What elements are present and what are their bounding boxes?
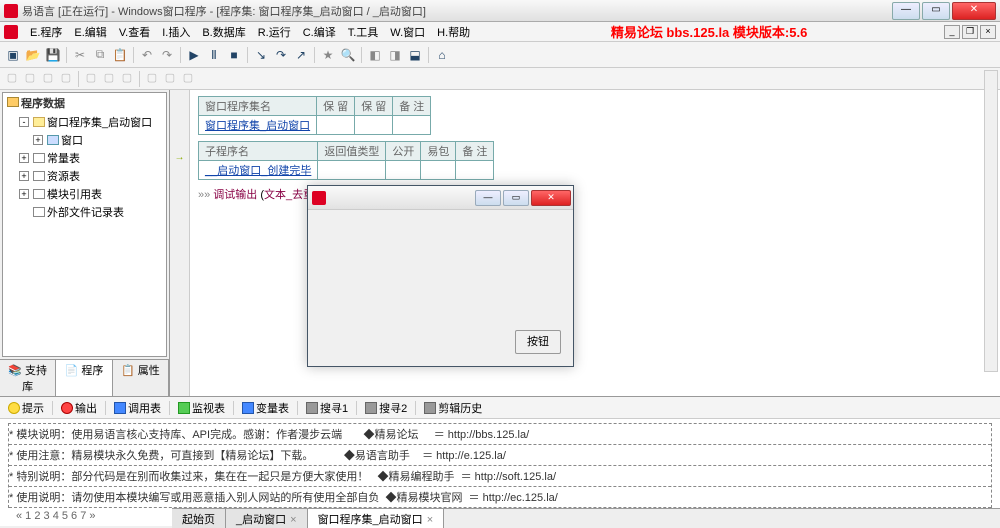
output-tab-输出[interactable]: 输出 [57,399,101,417]
tree-item[interactable]: 外部文件记录表 [3,203,166,221]
assembly-table: 窗口程序集名保 留保 留备 注 窗口程序集_启动窗口 [198,96,431,135]
tb-run-icon[interactable]: ▶ [185,46,203,64]
tree-item[interactable]: +窗口 [3,131,166,149]
output-tab-搜寻2[interactable]: 搜寻2 [361,399,411,417]
tb2-icon[interactable]: ▢ [58,71,74,87]
main-toolbar: ▣ 📂 💾 ✂ ⧉ 📋 ↶ ↷ ▶ Ⅱ ■ ↘ ↷ ↗ ★ 🔍 ◧ ◨ ⬓ ⌂ [0,42,1000,68]
tb2-icon[interactable]: ▢ [40,71,56,87]
tb-copy-icon[interactable]: ⧉ [91,46,109,64]
menu-database[interactable]: B.数据库 [196,22,251,42]
mdi-close-button[interactable]: × [980,25,996,39]
tab-close-icon[interactable]: × [290,514,296,526]
menu-program[interactable]: E.程序 [24,22,68,42]
tb-bookmark-icon[interactable]: ★ [319,46,337,64]
tb2-icon[interactable]: ▢ [162,71,178,87]
tb-misc3-icon[interactable]: ⬓ [406,46,424,64]
ad-banner: 精易论坛 bbs.125.la 模块版本:5.6 [476,22,942,41]
output-tab-搜寻1[interactable]: 搜寻1 [302,399,352,417]
tb-misc2-icon[interactable]: ◨ [386,46,404,64]
dialog-button[interactable]: 按钮 [515,330,561,354]
tb2-icon[interactable]: ▢ [22,71,38,87]
output-tab-变量表[interactable]: 变量表 [238,399,293,417]
menu-window[interactable]: W.窗口 [384,22,431,42]
output-line: * 使用注意：精易模块永久免费，可直接到【精易论坛】下载。 ◆易语言助手 ＝ h… [9,445,991,466]
code-tab-startwindow[interactable]: _启动窗口× [226,509,308,528]
output-tab-剪辑历史[interactable]: 剪辑历史 [420,399,486,417]
output-tab-提示[interactable]: 提示 [4,399,48,417]
dialog-minimize-button[interactable]: — [475,190,501,206]
dialog-close-button[interactable]: ✕ [531,190,571,206]
dialog-app-icon [312,191,326,205]
tb-cut-icon[interactable]: ✂ [71,46,89,64]
menu-help[interactable]: H.帮助 [431,22,476,42]
mdi-minimize-button[interactable]: _ [944,25,960,39]
minimize-button[interactable]: — [892,2,920,20]
menu-tools[interactable]: T.工具 [342,22,385,42]
exec-pointer-icon: → [170,90,189,163]
menu-compile[interactable]: C.编译 [297,22,342,42]
dialog-maximize-button[interactable]: ▭ [503,190,529,206]
tb2-icon[interactable]: ▢ [180,71,196,87]
tb-new-icon[interactable]: ▣ [4,46,22,64]
tb-misc1-icon[interactable]: ◧ [366,46,384,64]
tb-home-icon[interactable]: ⌂ [433,46,451,64]
mdi-restore-button[interactable]: ❐ [962,25,978,39]
code-tab-start[interactable]: 起始页 [172,509,226,528]
menu-view[interactable]: V.查看 [113,22,156,42]
output-line: * 使用说明：请勿使用本模块编写或用恶意插入别人网站的所有使用全部自负 ◆精易模… [9,487,991,508]
tree-item[interactable]: +常量表 [3,149,166,167]
side-tab-props[interactable]: 📋 属性 [113,360,169,396]
tb-redo-icon[interactable]: ↷ [158,46,176,64]
tb-paste-icon[interactable]: 📋 [111,46,129,64]
app-icon [4,4,18,18]
subroutine-table: 子程序名返回值类型公开易包备 注 __启动窗口_创建完毕 [198,141,494,180]
output-line: * 特别说明：部分代码是在别而收集过来，集在在一起只是方便大家使用！ ◆精易编程… [9,466,991,487]
tb-undo-icon[interactable]: ↶ [138,46,156,64]
tb2-icon[interactable]: ▢ [4,71,20,87]
vertical-scrollbar[interactable] [984,70,998,372]
tb-pause-icon[interactable]: Ⅱ [205,46,223,64]
side-tab-lib[interactable]: 📚 支持库 [0,360,56,396]
maximize-button[interactable]: ▭ [922,2,950,20]
tb-stop-icon[interactable]: ■ [225,46,243,64]
tree-item[interactable]: +模块引用表 [3,185,166,203]
menu-run[interactable]: R.运行 [252,22,297,42]
tree-item[interactable]: +资源表 [3,167,166,185]
tb-save-icon[interactable]: 💾 [44,46,62,64]
tree-title: 程序数据 [21,98,65,110]
tb2-icon[interactable]: ▢ [83,71,99,87]
tb-open-icon[interactable]: 📂 [24,46,42,64]
assembly-name-link[interactable]: 窗口程序集_启动窗口 [199,116,317,135]
tree-item[interactable]: -窗口程序集_启动窗口 [3,113,166,131]
subroutine-name-link[interactable]: __启动窗口_创建完毕 [199,161,318,180]
close-button[interactable]: ✕ [952,2,996,20]
tb-stepout-icon[interactable]: ↗ [292,46,310,64]
tb2-icon[interactable]: ▢ [119,71,135,87]
project-tree[interactable]: 程序数据 -窗口程序集_启动窗口+窗口+常量表+资源表+模块引用表外部文件记录表 [2,92,167,357]
output-line: * 模块说明：使用易语言核心支持库、API完成。感谢：作者漫步云端 ◆精易论坛 … [9,424,991,445]
window-title: 易语言 [正在运行] - Windows窗口程序 - [程序集: 窗口程序集_启… [22,3,890,19]
output-tab-监视表[interactable]: 监视表 [174,399,229,417]
tb-stepover-icon[interactable]: ↷ [272,46,290,64]
folder-icon [7,97,19,107]
output-tab-调用表[interactable]: 调用表 [110,399,165,417]
menu-app-icon [4,25,18,39]
menu-insert[interactable]: I.插入 [156,22,196,42]
secondary-toolbar: ▢ ▢ ▢ ▢ ▢ ▢ ▢ ▢ ▢ ▢ [0,68,1000,90]
tb-stepinto-icon[interactable]: ↘ [252,46,270,64]
tb2-icon[interactable]: ▢ [144,71,160,87]
code-tab-assembly[interactable]: 窗口程序集_启动窗口× [308,509,445,528]
tab-close-icon[interactable]: × [427,514,433,526]
tb-find-icon[interactable]: 🔍 [339,46,357,64]
side-tab-program[interactable]: 📄 程序 [56,360,112,396]
tb2-icon[interactable]: ▢ [101,71,117,87]
runtime-dialog: — ▭ ✕ 按钮 [307,185,574,367]
menu-edit[interactable]: E.编辑 [68,22,112,42]
